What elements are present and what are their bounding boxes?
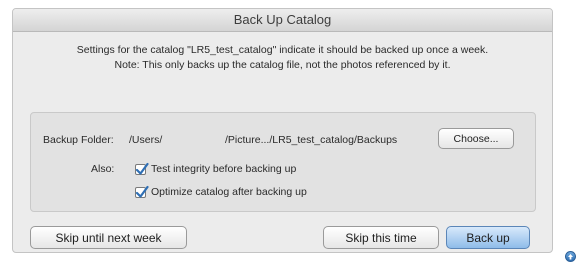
- test-integrity-label: Test integrity before backing up: [151, 163, 297, 175]
- dialog-message: Settings for the catalog "LR5_test_catal…: [21, 43, 544, 73]
- optimize-catalog-checkbox[interactable]: [135, 185, 149, 198]
- choose-button[interactable]: Choose...: [438, 128, 514, 149]
- message-line-2: Note: This only backs up the catalog fil…: [114, 59, 451, 71]
- optimize-catalog-checkbox-row[interactable]: Optimize catalog after backing up: [135, 185, 307, 198]
- arrow-up-glyph: [568, 254, 573, 260]
- test-integrity-checkbox[interactable]: [135, 162, 149, 175]
- dialog-title: Back Up Catalog: [13, 9, 552, 32]
- test-integrity-checkbox-row[interactable]: Test integrity before backing up: [135, 162, 297, 175]
- back-up-button[interactable]: Back up: [446, 226, 530, 249]
- backup-folder-path-end: /Picture.../LR5_test_catalog/Backups: [225, 134, 398, 146]
- skip-this-time-button[interactable]: Skip this time: [323, 226, 439, 249]
- backup-folder-path-start: /Users/: [129, 134, 163, 146]
- skip-until-next-week-button[interactable]: Skip until next week: [30, 226, 187, 249]
- arrow-up-circle-icon[interactable]: [565, 251, 576, 262]
- backup-options-group: Backup Folder: /Users/ /Picture.../LR5_t…: [30, 112, 536, 212]
- checkmark-icon: [135, 162, 149, 175]
- backup-folder-label: Backup Folder:: [43, 134, 114, 146]
- back-up-catalog-dialog: Back Up Catalog Settings for the catalog…: [12, 8, 553, 253]
- also-label: Also:: [91, 163, 115, 175]
- optimize-catalog-label: Optimize catalog after backing up: [151, 186, 307, 198]
- message-line-1: Settings for the catalog "LR5_test_catal…: [76, 44, 489, 56]
- checkmark-icon: [135, 185, 149, 198]
